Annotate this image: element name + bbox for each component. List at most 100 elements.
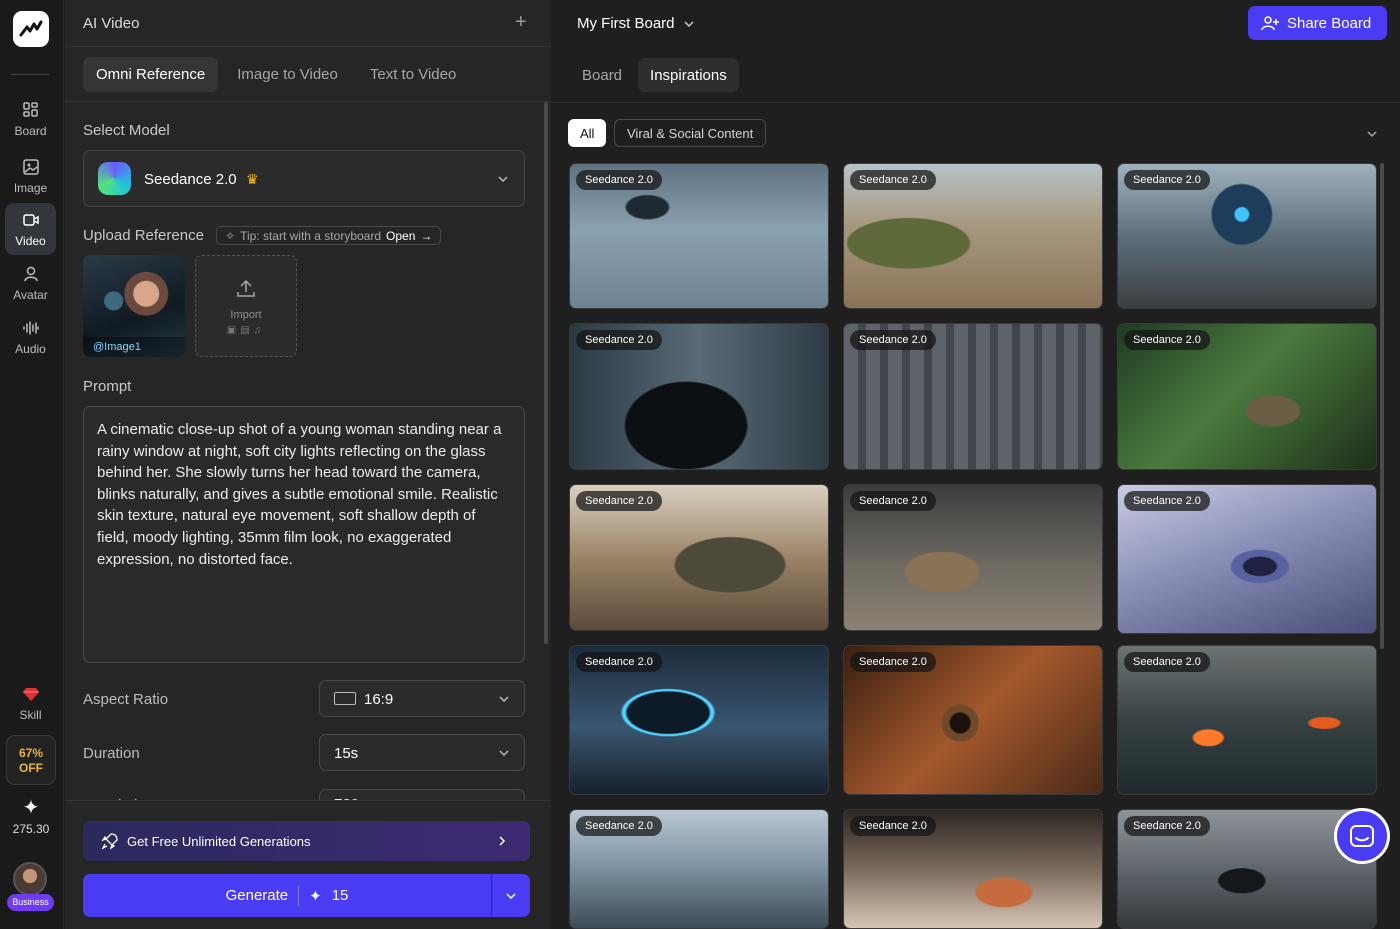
- media-type-icons: ▣▤♫: [226, 325, 266, 336]
- model-badge: Seedance 2.0: [576, 652, 662, 672]
- tab-board[interactable]: Board: [570, 58, 634, 92]
- rail-label-skill: Skill: [19, 707, 42, 722]
- rail-item-board[interactable]: Board: [5, 93, 56, 145]
- generation-panel: AI Video + Omni Reference Image to Video…: [65, 0, 551, 929]
- image-icon: [22, 158, 39, 175]
- inspiration-tile[interactable]: Seedance 2.0: [1117, 323, 1377, 470]
- tab-inspirations[interactable]: Inspirations: [638, 58, 739, 92]
- upload-reference-label: Upload Reference: [83, 227, 204, 244]
- generate-button[interactable]: Generate ✦ 15: [83, 874, 530, 917]
- rail-label-board: Board: [14, 123, 47, 138]
- inspiration-tile[interactable]: Seedance 2.0: [569, 809, 829, 929]
- model-badge: Seedance 2.0: [850, 816, 936, 836]
- model-badge: Seedance 2.0: [576, 170, 662, 190]
- generate-label: Generate: [225, 887, 289, 904]
- arrow-right-icon: →: [420, 228, 433, 243]
- import-button[interactable]: Import ▣▤♫: [195, 255, 297, 357]
- generate-cost: 15: [331, 887, 349, 904]
- free-generations-label: Get Free Unlimited Generations: [127, 833, 311, 849]
- inspiration-tile[interactable]: Seedance 2.0: [569, 323, 829, 470]
- prompt-textarea[interactable]: A cinematic close-up shot of a young wom…: [83, 406, 525, 663]
- rail-item-video[interactable]: Video: [5, 203, 56, 255]
- reference-image-thumb[interactable]: @Image1: [83, 255, 185, 357]
- model-badge: Seedance 2.0: [850, 330, 936, 350]
- inspiration-tile[interactable]: Seedance 2.0: [569, 484, 829, 631]
- board-tabs: Board Inspirations: [570, 58, 739, 92]
- app-logo[interactable]: [13, 11, 49, 47]
- rail-item-skill[interactable]: Skill: [5, 677, 56, 729]
- promo-badge[interactable]: 67% OFF: [6, 735, 56, 785]
- promo-percent: 67%: [18, 746, 44, 760]
- tab-image-to-video[interactable]: Image to Video: [224, 57, 351, 92]
- tab-text-to-video[interactable]: Text to Video: [357, 57, 469, 92]
- model-badge: Seedance 2.0: [850, 491, 936, 511]
- add-user-icon: [1261, 16, 1279, 31]
- upload-icon: [237, 279, 255, 297]
- header-divider: [551, 102, 1400, 103]
- grid-scrollbar[interactable]: [1380, 163, 1384, 649]
- rail-item-audio[interactable]: Audio: [5, 311, 56, 363]
- sparkle-icon: ✦: [309, 887, 322, 905]
- inspiration-tile[interactable]: Seedance 2.0: [843, 484, 1103, 631]
- share-board-button[interactable]: Share Board: [1248, 6, 1387, 40]
- chevron-right-icon: [499, 836, 506, 846]
- grid-icon: [22, 101, 38, 117]
- rail-label-avatar: Avatar: [13, 287, 48, 302]
- generate-main[interactable]: Generate ✦ 15: [83, 874, 491, 917]
- plus-icon[interactable]: +: [515, 12, 527, 32]
- aspect-ratio-select[interactable]: 16:9: [319, 680, 525, 717]
- inspiration-tile[interactable]: Seedance 2.0: [843, 323, 1103, 470]
- inspiration-tile[interactable]: Seedance 2.0: [843, 163, 1103, 309]
- plan-badge: Business: [7, 894, 54, 911]
- reference-tag: @Image1: [83, 337, 185, 357]
- model-badge: Seedance 2.0: [576, 330, 662, 350]
- chevron-down-icon[interactable]: [505, 890, 517, 902]
- inspiration-tile[interactable]: Seedance 2.0: [1117, 484, 1377, 634]
- icon-rail: Board Image Video Avatar Audio Skill 67%…: [0, 0, 64, 929]
- rail-item-avatar[interactable]: Avatar: [5, 257, 56, 309]
- duration-label: Duration: [83, 745, 140, 762]
- chevron-down-icon[interactable]: [1366, 128, 1378, 140]
- promo-off: OFF: [19, 761, 43, 775]
- inspiration-tile[interactable]: Seedance 2.0: [1117, 163, 1377, 309]
- inspiration-tile[interactable]: Seedance 2.0: [843, 809, 1103, 929]
- tip-open-link[interactable]: Open: [386, 229, 415, 243]
- chevron-down-icon: [499, 750, 509, 757]
- chat-icon: [1350, 825, 1374, 847]
- rail-label-audio: Audio: [15, 341, 46, 356]
- select-model-label: Select Model: [83, 122, 170, 139]
- inspiration-grid: Seedance 2.0 Seedance 2.0 Seedance 2.0 S…: [569, 163, 1379, 929]
- duration-value: 15s: [334, 745, 359, 762]
- model-select[interactable]: Seedance 2.0 ♛: [83, 150, 525, 207]
- inspiration-tile[interactable]: Seedance 2.0: [569, 163, 829, 309]
- user-avatar[interactable]: [13, 862, 47, 896]
- rail-item-image[interactable]: Image: [5, 150, 56, 202]
- aspect-ratio-value: 16:9: [364, 691, 394, 708]
- board-title: My First Board: [577, 15, 675, 32]
- inspiration-tile[interactable]: Seedance 2.0: [569, 645, 829, 795]
- model-badge: Seedance 2.0: [850, 652, 936, 672]
- tab-omni-reference[interactable]: Omni Reference: [83, 57, 219, 92]
- mode-tabs: Omni Reference Image to Video Text to Vi…: [83, 57, 469, 92]
- credits-value: 275.30: [12, 822, 50, 836]
- crown-icon: ♛: [246, 171, 259, 187]
- rail-divider: [11, 74, 49, 75]
- board-title-dropdown[interactable]: My First Board: [577, 15, 695, 32]
- credits-display[interactable]: ✦ 275.30: [0, 796, 62, 836]
- filter-all[interactable]: All: [568, 119, 607, 147]
- inspiration-tile[interactable]: Seedance 2.0: [843, 645, 1103, 795]
- free-generations-banner[interactable]: Get Free Unlimited Generations: [83, 821, 530, 861]
- app-root: Board Image Video Avatar Audio Skill 67%…: [0, 0, 1400, 929]
- panel-footer: Get Free Unlimited Generations Generate …: [65, 800, 551, 929]
- generate-divider: [298, 885, 300, 906]
- share-board-label: Share Board: [1287, 14, 1372, 32]
- import-label: Import: [230, 309, 262, 321]
- inspiration-tile[interactable]: Seedance 2.0: [1117, 645, 1377, 795]
- aspect-ratio-label: Aspect Ratio: [83, 691, 169, 708]
- prompt-label: Prompt: [83, 378, 132, 395]
- duration-select[interactable]: 15s: [319, 734, 525, 771]
- filter-viral-social[interactable]: Viral & Social Content: [614, 119, 767, 147]
- panel-scrollbar[interactable]: [544, 102, 548, 644]
- support-chat-button[interactable]: [1334, 808, 1390, 864]
- storyboard-tip[interactable]: ✧ Tip: start with a storyboard Open →: [216, 226, 442, 245]
